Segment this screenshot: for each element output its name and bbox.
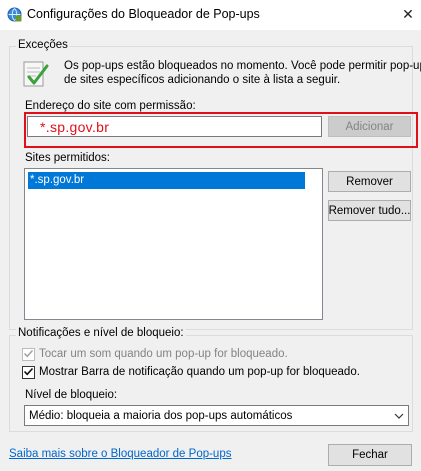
- address-input[interactable]: *.sp.gov.br: [27, 116, 322, 137]
- remove-all-button[interactable]: Remover tudo...: [328, 200, 411, 221]
- notification-bar-checkbox-label: Mostrar Barra de notificação quando um p…: [39, 366, 360, 378]
- blocking-level-select[interactable]: Médio: bloqueia a maioria dos pop-ups au…: [24, 405, 409, 426]
- add-button[interactable]: Adicionar: [328, 116, 411, 137]
- sound-checkbox-label: Tocar um som quando um pop-up for bloque…: [39, 348, 288, 360]
- remove-button[interactable]: Remover: [328, 171, 411, 192]
- exceptions-legend: Exceções: [16, 39, 70, 51]
- blocking-level-label: Nível de bloqueio:: [25, 389, 118, 401]
- blocking-level-value: Médio: bloqueia a maioria dos pop-ups au…: [29, 409, 293, 422]
- list-item[interactable]: *.sp.gov.br: [28, 172, 305, 189]
- sound-checkbox[interactable]: [22, 348, 35, 361]
- dialog-body: Exceções Os pop-ups estão bloqueados no …: [0, 30, 421, 471]
- notifications-legend: Notificações e nível de bloqueio:: [16, 327, 186, 339]
- checkmark-icon: [23, 366, 34, 380]
- allowed-sites-label: Sites permitidos:: [25, 152, 111, 164]
- checkmark-icon: [23, 348, 34, 362]
- close-window-button[interactable]: ✕: [395, 2, 421, 26]
- internet-options-icon: [7, 7, 22, 22]
- info-text-line-2: de sites específicos adicionando o site …: [64, 74, 341, 86]
- window-title: Configurações do Bloqueador de Pop-ups: [27, 7, 260, 21]
- info-text-line-1: Os pop-ups estão bloqueados no momento. …: [64, 60, 421, 72]
- address-label: Endereço do site com permissão:: [25, 100, 196, 112]
- chevron-down-icon: [390, 413, 408, 419]
- learn-more-link[interactable]: Saiba mais sobre o Bloqueador de Pop-ups: [9, 448, 231, 460]
- shield-check-icon: [22, 59, 50, 89]
- notification-bar-checkbox[interactable]: [22, 366, 35, 379]
- close-icon: ✕: [402, 5, 414, 22]
- title-bar: Configurações do Bloqueador de Pop-ups ✕: [0, 0, 421, 30]
- allowed-sites-list[interactable]: *.sp.gov.br: [24, 168, 323, 320]
- address-input-value: *.sp.gov.br: [40, 118, 110, 135]
- close-button[interactable]: Fechar: [328, 444, 412, 466]
